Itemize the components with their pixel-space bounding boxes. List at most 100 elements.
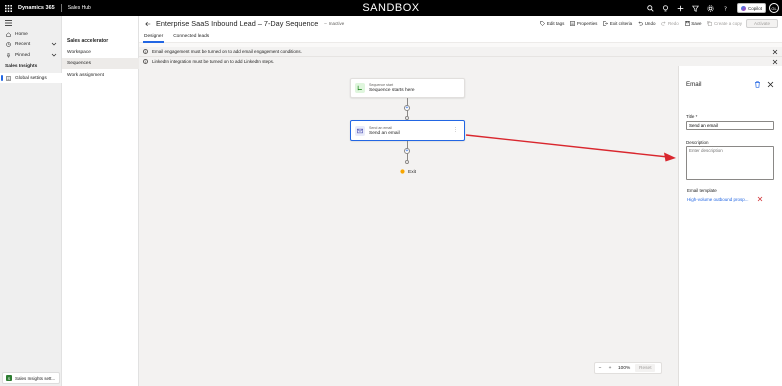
node-name: Sequence starts here (369, 88, 415, 93)
notification-text: LinkedIn integration must be turned on t… (152, 59, 275, 64)
activate-button[interactable]: Activate (746, 19, 778, 28)
settings-section-title: Sales accelerator (67, 38, 109, 44)
page-title: Enterprise SaaS Inbound Lead – 7-Day Seq… (156, 19, 319, 28)
undo-icon (638, 21, 643, 26)
copilot-button[interactable]: Copilot (736, 3, 766, 13)
redo-icon (661, 21, 666, 26)
exit-criteria-label: Exit criteria (609, 21, 633, 26)
home-icon (5, 31, 11, 37)
edit-tags-label: Edit tags (546, 21, 565, 26)
properties-icon (570, 21, 576, 26)
tab-connected-leads[interactable]: Connected leads (168, 31, 214, 43)
chevron-down-icon[interactable] (51, 41, 57, 47)
settings-page-icon (5, 75, 11, 81)
hamburger-menu-icon[interactable] (5, 20, 12, 26)
nav-item-pinned[interactable]: Pinned (0, 50, 62, 60)
app-name[interactable]: Sales Hub (68, 5, 91, 11)
zoom-out-button[interactable]: − (595, 366, 605, 371)
avatar[interactable]: GL (769, 3, 779, 13)
connector-dot (405, 160, 409, 164)
brand-name[interactable]: Dynamics 365 (18, 5, 55, 11)
description-field-label: Description (686, 140, 709, 145)
command-bar: Edit tags Properties Exit criteria Undo … (540, 16, 742, 31)
help-icon[interactable]: ? (722, 5, 729, 11)
panel-title: Email (686, 81, 702, 88)
close-icon[interactable] (772, 59, 778, 65)
node-type: Send an email (369, 125, 392, 130)
properties-label: Properties (576, 21, 598, 26)
edit-tags-button[interactable]: Edit tags (540, 21, 564, 26)
tab-list: Designer Connected leads (139, 31, 782, 43)
exit-criteria-button[interactable]: Exit criteria (603, 21, 632, 26)
reset-zoom-button[interactable]: Reset (635, 364, 656, 372)
copilot-icon (740, 5, 746, 11)
area-switcher[interactable]: S Sales Insights sett... (2, 372, 60, 384)
create-copy-button[interactable]: Create a copy (707, 21, 742, 26)
sequence-start-icon (355, 83, 365, 93)
status-dash-icon: – (324, 21, 327, 26)
nav-item-recent[interactable]: Recent (0, 39, 62, 49)
add-icon[interactable] (677, 5, 684, 12)
pin-icon (5, 52, 11, 58)
settings-item-sequences[interactable]: Sequences (62, 58, 139, 69)
back-arrow-icon[interactable] (144, 20, 152, 28)
exit-icon (400, 169, 405, 176)
description-field[interactable] (686, 146, 774, 180)
nav-section-title: Sales Insights (5, 64, 38, 69)
nav-item-label: Global settings (15, 75, 47, 81)
settings-gear-icon[interactable] (707, 4, 714, 12)
chevron-down-icon[interactable] (51, 52, 57, 58)
email-template-link[interactable]: High-volume outbound prosp... (687, 197, 749, 202)
settings-item-workspace[interactable]: Workspace (62, 47, 139, 58)
status-badge: – Inactive (324, 21, 344, 26)
svg-text:?: ? (724, 6, 727, 11)
copy-icon (707, 21, 713, 26)
create-copy-label: Create a copy (713, 21, 742, 26)
search-icon[interactable] (647, 4, 654, 12)
send-email-node[interactable]: Send an email Send an email ⋮ (350, 120, 465, 141)
node-name: Send an email (369, 130, 400, 136)
tab-designer[interactable]: Designer (139, 31, 168, 43)
settings-item-work-assignment[interactable]: Work assignment (62, 70, 139, 81)
zoom-in-button[interactable]: + (605, 366, 615, 371)
status-label: Inactive (328, 21, 345, 26)
properties-button[interactable]: Properties (570, 21, 597, 26)
redo-button[interactable]: Redo (661, 21, 679, 26)
add-step-button[interactable]: + (404, 105, 410, 111)
notification-text: Email engagement must be turned on to ad… (152, 49, 302, 54)
lightbulb-icon[interactable] (662, 4, 669, 12)
save-button[interactable]: Save (684, 21, 702, 26)
close-icon[interactable] (772, 49, 778, 55)
undo-label: Undo (644, 21, 656, 26)
delete-icon[interactable] (754, 81, 761, 88)
divider (60, 4, 62, 12)
exit-label: Exit (408, 170, 416, 175)
zoom-controls: − + 100% Reset (594, 362, 662, 374)
zoom-level: 100% (618, 365, 631, 371)
close-icon[interactable] (767, 81, 774, 88)
nav-item-home[interactable]: Home (0, 29, 62, 39)
node-type: Sequence start (369, 83, 394, 87)
more-options-icon[interactable]: ⋮ (453, 127, 458, 133)
filter-icon[interactable] (692, 5, 699, 12)
top-bar: Dynamics 365 Sales Hub SANDBOX ? Copilot… (0, 0, 782, 16)
email-properties-panel: Email Title * Description Email template… (678, 66, 782, 386)
title-field-label: Title * (686, 114, 698, 119)
email-icon (355, 125, 365, 136)
copilot-label: Copilot (747, 5, 762, 11)
sequence-start-node[interactable]: Sequence start Sequence starts here (350, 78, 465, 98)
redo-label: Redo (667, 21, 679, 26)
undo-button[interactable]: Undo (638, 21, 655, 26)
info-icon: i (143, 59, 148, 64)
nav-item-label: Pinned (15, 52, 30, 58)
nav-item-global-settings[interactable]: Global settings (0, 73, 62, 83)
area-badge: S (6, 375, 12, 381)
exit-icon (603, 21, 609, 26)
designer-canvas[interactable]: Sequence start Sequence starts here + Se… (139, 66, 678, 386)
app-launcher-icon[interactable] (0, 0, 16, 16)
save-label: Save (691, 21, 702, 26)
remove-template-icon[interactable] (757, 196, 763, 202)
tag-icon (540, 21, 546, 26)
title-field[interactable] (686, 121, 774, 130)
add-step-button[interactable]: + (404, 148, 410, 154)
